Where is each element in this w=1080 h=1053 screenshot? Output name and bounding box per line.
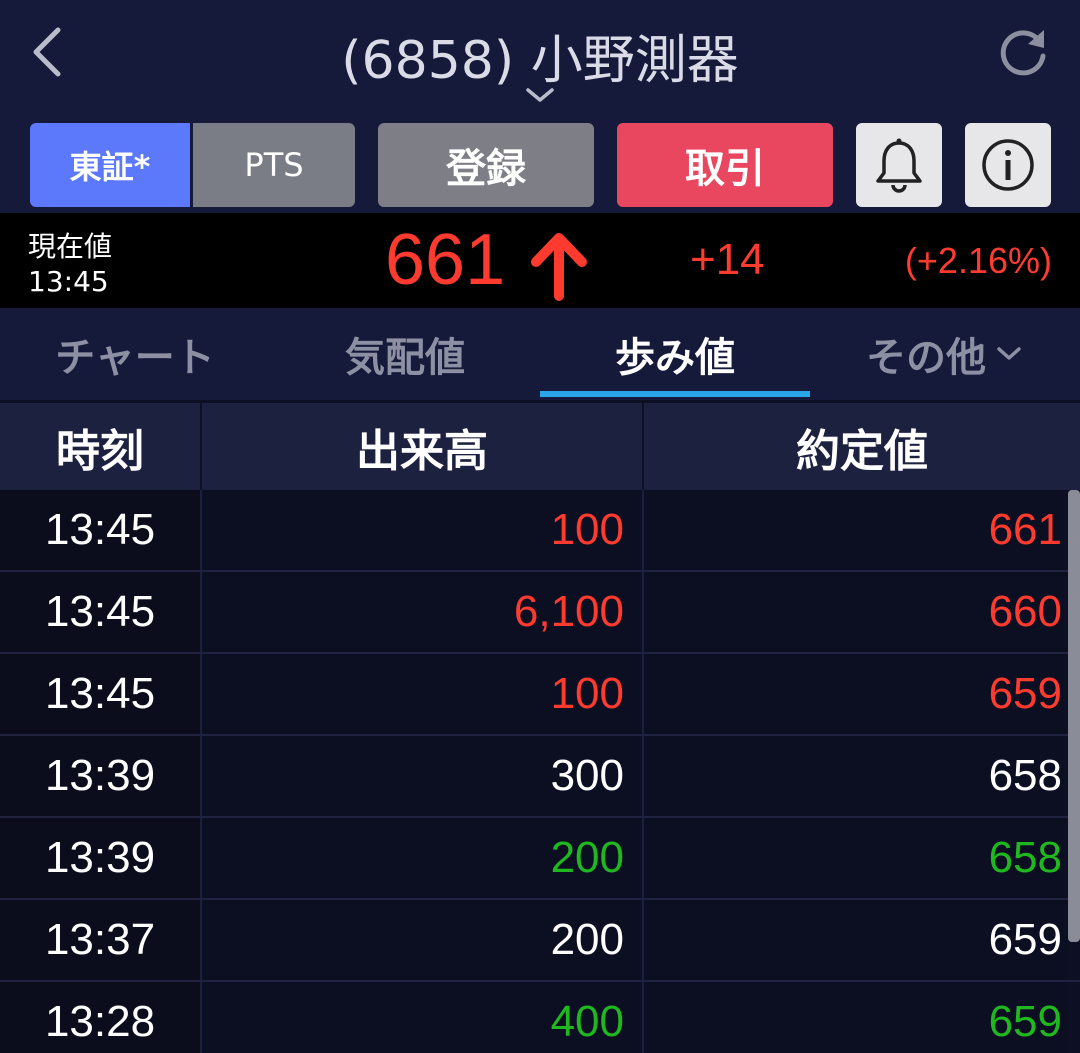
- tab-other-label: その他: [866, 335, 986, 381]
- trade-price: 660: [644, 572, 1068, 652]
- trade-price: 659: [644, 900, 1068, 980]
- price-change-value: +14: [690, 235, 765, 284]
- action-toolbar: 東証* PTS 登録 取引: [0, 115, 1080, 213]
- bell-icon: [876, 138, 922, 193]
- tab-quotes[interactable]: 気配値: [270, 308, 540, 400]
- trade-price: 658: [644, 818, 1068, 898]
- tab-chart[interactable]: チャート: [0, 308, 270, 400]
- current-price-time: 13:45: [28, 265, 109, 298]
- price-change-percent: (+2.16%): [904, 240, 1052, 281]
- refresh-icon: [1000, 30, 1046, 76]
- market-tosho-toggle[interactable]: 東証*: [30, 123, 190, 207]
- current-price-label: 現在値: [28, 230, 113, 263]
- trade-price: 659: [644, 982, 1068, 1053]
- trade-time: 13:39: [0, 736, 200, 816]
- refresh-button[interactable]: [992, 22, 1054, 84]
- chevron-down-icon: [997, 347, 1021, 360]
- tab-time-and-sales[interactable]: 歩み値: [540, 308, 810, 400]
- trade-volume: 100: [202, 490, 642, 570]
- trade-list[interactable]: 13:45 100 661 13:45 6,100 660 13:45 100 …: [0, 490, 1080, 1053]
- trade-volume: 6,100: [202, 572, 642, 652]
- trade-price: 659: [644, 654, 1068, 734]
- trade-time: 13:45: [0, 490, 200, 570]
- alert-button[interactable]: [856, 123, 942, 207]
- table-row: 13:28 400 659: [0, 982, 1080, 1053]
- header-bar: (6858) 小野測器: [0, 0, 1080, 115]
- trade-time: 13:45: [0, 572, 200, 652]
- trade-time: 13:37: [0, 900, 200, 980]
- active-tab-indicator: [540, 391, 810, 397]
- column-header-volume: 出来高: [356, 425, 488, 477]
- tab-other[interactable]: その他: [810, 308, 1080, 400]
- current-price-value: 661: [385, 220, 506, 300]
- trade-time: 13:28: [0, 982, 200, 1053]
- trade-volume: 200: [202, 900, 642, 980]
- table-row: 13:45 6,100 660: [0, 572, 1080, 654]
- table-header: 時刻 出来高 約定値: [0, 403, 1080, 490]
- column-header-price: 約定値: [796, 425, 928, 477]
- trade-time: 13:39: [0, 818, 200, 898]
- trade-history-screen: (6858) 小野測器 東証* PTS 登録 取引 現在値 13:45 661 …: [0, 0, 1080, 1053]
- trade-volume: 100: [202, 654, 642, 734]
- trade-volume: 400: [202, 982, 642, 1053]
- trade-time: 13:45: [0, 654, 200, 734]
- table-row: 13:39 300 658: [0, 736, 1080, 818]
- trade-volume: 300: [202, 736, 642, 816]
- trade-price: 658: [644, 736, 1068, 816]
- arrow-up-icon: [531, 233, 587, 301]
- chevron-down-icon[interactable]: [520, 82, 560, 108]
- info-button[interactable]: [965, 123, 1051, 207]
- register-button[interactable]: 登録: [378, 123, 594, 207]
- table-row: 13:45 100 659: [0, 654, 1080, 736]
- trade-button[interactable]: 取引: [617, 123, 833, 207]
- column-header-time: 時刻: [56, 425, 144, 477]
- table-row: 13:45 100 661: [0, 490, 1080, 572]
- trade-price: 661: [644, 490, 1068, 570]
- tab-bar: チャート 気配値 歩み値 その他: [0, 308, 1080, 400]
- table-row: 13:37 200 659: [0, 900, 1080, 982]
- market-pts-toggle[interactable]: PTS: [193, 123, 355, 207]
- scrollbar[interactable]: [1068, 490, 1080, 942]
- price-summary: 現在値 13:45 661 +14 (+2.16%): [0, 213, 1080, 308]
- table-row: 13:39 200 658: [0, 818, 1080, 900]
- trade-volume: 200: [202, 818, 642, 898]
- info-icon: [982, 139, 1034, 191]
